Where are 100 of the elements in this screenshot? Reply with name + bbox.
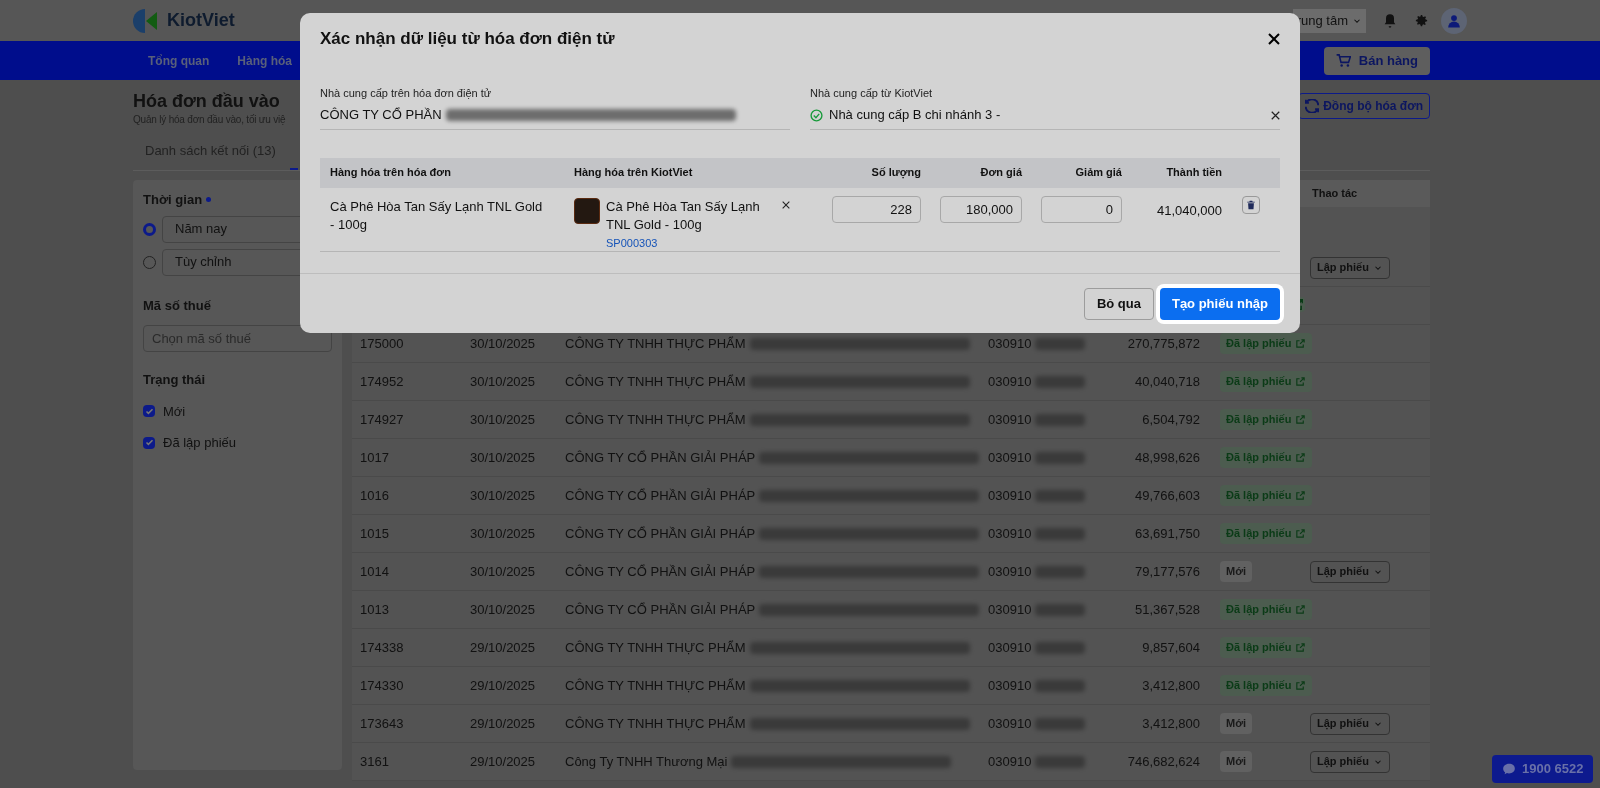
- status-badge: Đã lập phiếu: [1220, 599, 1313, 620]
- external-link-icon: [1295, 680, 1307, 691]
- blurred-text: [1035, 641, 1086, 654]
- trash-icon: [1246, 199, 1256, 210]
- tax-code: 030910: [988, 638, 1032, 657]
- status-badge: Mới: [1220, 713, 1253, 734]
- amount: 48,998,626: [1134, 449, 1200, 465]
- invoice-date: 30/10/2025: [470, 449, 536, 465]
- blurred-text: [1035, 337, 1086, 350]
- delete-button[interactable]: [1242, 195, 1260, 214]
- external-link-icon: [1295, 490, 1307, 501]
- clear-icon[interactable]: [1271, 110, 1280, 120]
- invoice-date: 30/10/2025: [470, 525, 536, 541]
- invoice-date: 30/10/2025: [470, 601, 536, 617]
- clear-icon[interactable]: [782, 200, 790, 209]
- invoice-number: 1014: [360, 563, 389, 579]
- company-name: CÔNG TY TNHH THỰC PHẨM: [565, 372, 746, 391]
- field-label: Nhà cung cấp trên hóa đơn điện tử: [320, 86, 493, 101]
- kiotviet-supplier-field[interactable]: Nhà cung cấp B chi nhánh 3 -: [810, 101, 1280, 130]
- user-icon: [1447, 13, 1461, 28]
- chat-bubble-icon: [1502, 762, 1516, 776]
- status-badge: Mới: [1220, 751, 1253, 772]
- status-badge: Mới: [1220, 561, 1253, 582]
- field-label: Nhà cung cấp từ KiotViet: [810, 86, 934, 101]
- nav-item[interactable]: Hàng hóa: [237, 51, 292, 70]
- invoice-supplier-field: CÔNG TY CỔ PHẦN: [320, 101, 790, 130]
- tax-code: 030910: [988, 562, 1032, 581]
- hotline-button[interactable]: 1900 6522: [1492, 755, 1594, 783]
- refresh-icon: [1305, 99, 1320, 113]
- tax-code: 030910: [988, 486, 1032, 505]
- company-name: CÔNG TY CỔ PHẦN GIẢI PHÁP: [565, 524, 756, 543]
- company-name: CÔNG TY CỔ PHẦN GIẢI PHÁP: [565, 486, 756, 505]
- company-name: CÔNG TY CỔ PHẦN GIẢI PHÁP: [565, 562, 756, 581]
- external-link-icon: [1295, 604, 1307, 615]
- invoice-number: 174927: [360, 411, 404, 427]
- status-badge: Đã lập phiếu: [1220, 523, 1313, 544]
- close-icon[interactable]: [1268, 33, 1280, 45]
- product-name: Cà Phê Hòa Tan Sấy Lạnh TNL Gold - 100g: [606, 197, 761, 234]
- settings-icon[interactable]: [1414, 13, 1429, 28]
- blurred-text: [1035, 451, 1086, 464]
- column-header: Thao tác: [1312, 186, 1359, 202]
- invoice-number: 174338: [360, 639, 404, 655]
- invoice-date: 30/10/2025: [470, 373, 536, 389]
- discount-field[interactable]: 0: [1041, 195, 1122, 223]
- cancel-button[interactable]: Bỏ qua: [1083, 287, 1154, 320]
- company-name: CÔNG TY TNHH THỰC PHẨM: [565, 334, 746, 353]
- user-avatar[interactable]: [1441, 7, 1467, 34]
- create-receipt-dropdown[interactable]: Lập phiếu: [1310, 750, 1390, 773]
- tax-code: 030910: [988, 334, 1032, 353]
- amount: 79,177,576: [1134, 563, 1200, 579]
- unit-price-field[interactable]: 180,000: [940, 195, 1022, 223]
- invoice-date: 29/10/2025: [470, 677, 536, 693]
- radio-button[interactable]: [143, 222, 156, 236]
- column-header: Đơn giá: [979, 165, 1022, 181]
- column-header: Số lượng: [870, 165, 921, 181]
- invoice-number: 174330: [360, 677, 404, 693]
- amount: 51,367,528: [1134, 601, 1200, 617]
- nav-item[interactable]: Tổng quan: [148, 51, 210, 70]
- external-link-icon: [1295, 414, 1307, 425]
- status-badge: Đã lập phiếu: [1220, 333, 1313, 354]
- invoice-number: 1016: [360, 487, 389, 503]
- notification-bell-icon[interactable]: [1382, 12, 1398, 29]
- quantity-field[interactable]: 228: [832, 195, 921, 223]
- invoice-date: 29/10/2025: [470, 639, 536, 655]
- company-name: Công Ty TNHH Thương Mại: [565, 752, 728, 771]
- create-receipt-dropdown[interactable]: Lập phiếu: [1310, 256, 1390, 279]
- checkbox[interactable]: [143, 436, 155, 449]
- invoice-number: 1015: [360, 525, 389, 541]
- invoice-date: 30/10/2025: [470, 563, 536, 579]
- invoice-number: 3161: [360, 753, 389, 769]
- tax-code: 030910: [988, 410, 1032, 429]
- column-header: Thành tiền: [1165, 165, 1222, 181]
- sell-button[interactable]: Bán hàng: [1323, 46, 1430, 75]
- company-name: CÔNG TY TNHH THỰC PHẨM: [565, 714, 746, 733]
- amount: 9,857,604: [1142, 639, 1200, 655]
- product-code[interactable]: SP000303: [606, 234, 776, 251]
- cart-icon: [1335, 53, 1351, 68]
- status-badge: Đã lập phiếu: [1220, 675, 1313, 696]
- checkbox-label: Đã lập phiếu: [163, 434, 236, 452]
- blurred-text: [1035, 603, 1086, 616]
- invoice-date: 29/10/2025: [470, 753, 536, 769]
- logo-icon: [133, 7, 159, 34]
- blurred-text: [1035, 527, 1086, 540]
- external-link-icon: [1295, 452, 1307, 463]
- blurred-text: [1035, 679, 1086, 692]
- status-badge: Đã lập phiếu: [1220, 485, 1313, 506]
- dialog-title: Xác nhận dữ liệu từ hóa đơn điện tử: [320, 28, 615, 51]
- blurred-text: [1035, 565, 1086, 578]
- blurred-text: [1035, 717, 1086, 730]
- status-badge: Đã lập phiếu: [1220, 371, 1313, 392]
- create-receipt-dropdown[interactable]: Lập phiếu: [1310, 560, 1390, 583]
- invoice-date: 29/10/2025: [470, 715, 536, 731]
- checkbox[interactable]: [143, 405, 155, 418]
- invoice-number: 1013: [360, 601, 389, 617]
- tax-code: 030910: [988, 752, 1032, 771]
- external-link-icon: [1295, 376, 1307, 387]
- amount: 270,775,872: [1127, 335, 1200, 351]
- tax-code: 030910: [988, 524, 1032, 543]
- create-receipt-dropdown[interactable]: Lập phiếu: [1310, 712, 1390, 735]
- company-name: CÔNG TY TNHH THỰC PHẨM: [565, 676, 746, 695]
